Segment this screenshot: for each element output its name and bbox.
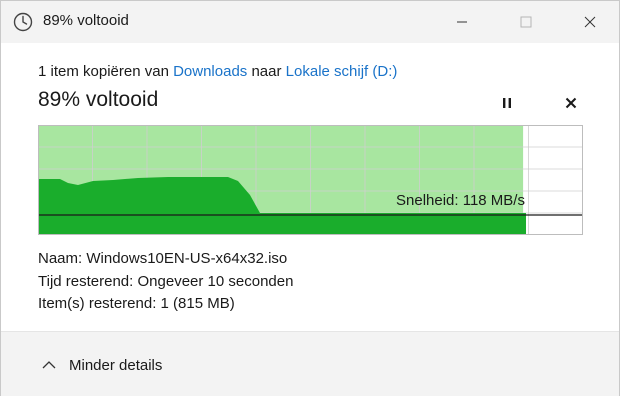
detail-time-row: Tijd resterend: Ongeveer 10 seconden bbox=[38, 273, 293, 290]
speed-label: Snelheid: 118 MB/s bbox=[396, 192, 525, 209]
maximize-icon bbox=[520, 16, 532, 28]
time-remaining-value: Ongeveer 10 seconden bbox=[137, 273, 294, 290]
close-window-button[interactable] bbox=[567, 1, 613, 43]
cancel-copy-button[interactable] bbox=[560, 93, 582, 113]
minimize-button[interactable] bbox=[439, 1, 485, 43]
name-label: Naam: bbox=[38, 250, 83, 267]
fewer-details-toggle[interactable]: Minder details bbox=[41, 353, 162, 377]
items-remaining-value: 1 (815 MB) bbox=[160, 295, 235, 312]
pause-icon bbox=[503, 98, 511, 108]
transfer-speed-graph bbox=[38, 125, 583, 235]
fewer-details-label: Minder details bbox=[69, 356, 163, 374]
progress-heading: 89% voltooid bbox=[38, 88, 159, 111]
time-remaining-label: Tijd resterend: bbox=[38, 273, 134, 290]
window-title: 89% voltooid bbox=[43, 12, 129, 29]
chevron-up-icon bbox=[42, 361, 56, 369]
maximize-button[interactable] bbox=[503, 1, 549, 43]
copy-prefix: 1 item kopiëren van bbox=[38, 63, 169, 80]
source-folder-link[interactable]: Downloads bbox=[173, 63, 247, 80]
cancel-icon bbox=[565, 97, 577, 109]
copy-dialog-window: 89% voltooid 1 item kopiëren van Downloa… bbox=[0, 0, 620, 396]
title-bar[interactable]: 89% voltooid bbox=[1, 1, 619, 43]
destination-drive-link[interactable]: Lokale schijf (D:) bbox=[286, 63, 398, 80]
name-value: Windows10EN-US-x64x32.iso bbox=[86, 250, 288, 267]
clock-icon bbox=[13, 12, 33, 32]
pause-button[interactable] bbox=[496, 93, 518, 113]
dialog-footer: Minder details bbox=[1, 331, 619, 396]
items-remaining-label: Item(s) resterend: bbox=[38, 295, 157, 312]
copy-middle: naar bbox=[251, 63, 282, 80]
copy-description: 1 item kopiëren van Downloads naar Lokal… bbox=[38, 63, 397, 80]
detail-name-row: Naam: Windows10EN-US-x64x32.iso bbox=[38, 250, 287, 267]
minimize-icon bbox=[457, 21, 467, 23]
detail-items-row: Item(s) resterend: 1 (815 MB) bbox=[38, 295, 235, 312]
close-icon bbox=[584, 16, 596, 28]
